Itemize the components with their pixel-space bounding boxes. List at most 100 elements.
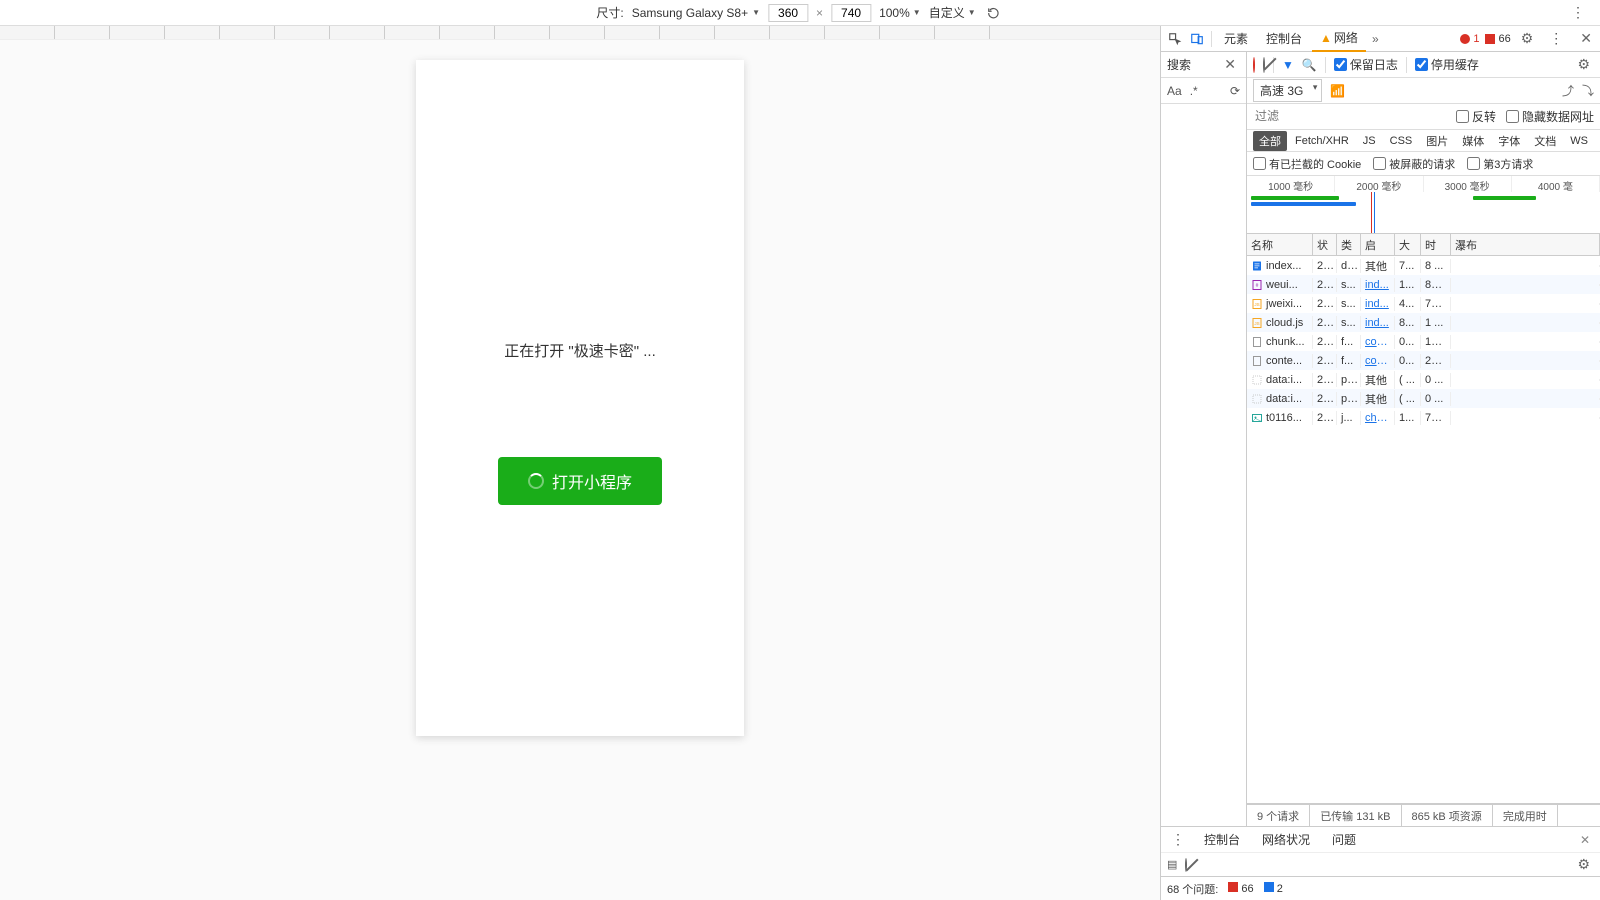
open-miniprogram-button[interactable]: 打开小程序 [498,457,662,505]
search-icon[interactable]: 🔍 [1302,58,1317,72]
cell-initiator[interactable]: ind... [1361,278,1395,292]
cell-initiator[interactable]: 其他 [1361,371,1395,389]
cell-status: 2... [1313,259,1337,273]
type-font[interactable]: 字体 [1492,131,1526,151]
cell-status: 2... [1313,297,1337,311]
wifi-icon[interactable]: 📶 [1330,84,1345,98]
rotate-icon[interactable] [984,3,1004,23]
table-row[interactable]: chunk... 2... f... con... 0... 10... [1247,332,1600,351]
drawer-kebab-icon[interactable]: ⋮ [1165,831,1192,848]
cell-name: conte... [1247,354,1313,368]
disable-cache-checkbox[interactable]: 停用缓存 [1415,56,1479,73]
col-initiator[interactable]: 启 [1361,234,1395,255]
type-all[interactable]: 全部 [1253,131,1287,151]
blocked-requests-checkbox[interactable]: 被屏蔽的请求 [1373,156,1455,172]
zoom-select[interactable]: 100% ▼ [879,6,921,20]
timeline-tick: 1000 毫秒 [1247,176,1335,192]
table-row[interactable]: t0116... 2... j... chu... 1... 71... [1247,408,1600,427]
clear-icon[interactable] [1263,58,1265,72]
record-icon[interactable] [1253,58,1255,72]
console-sidebar-icon[interactable]: ▤ [1167,858,1177,871]
cell-size: 8... [1395,316,1421,330]
col-type[interactable]: 类 [1337,234,1361,255]
cell-initiator[interactable]: con... [1361,354,1395,368]
cell-initiator[interactable]: ind... [1361,316,1395,330]
more-tabs-icon[interactable]: » [1368,32,1383,46]
table-row[interactable]: JSjweixi... 2... s... ind... 4... 72... [1247,294,1600,313]
upload-icon[interactable]: ⤴ [1562,82,1574,99]
devtools-tabs: 元素 控制台 ▲网络 » 1 66 ⚙ ⋮ ✕ [1161,26,1600,52]
width-input[interactable] [768,4,808,22]
console-settings-icon[interactable]: ⚙ [1573,856,1594,873]
cell-initiator[interactable]: chu... [1361,411,1395,425]
type-ws[interactable]: WS [1564,133,1594,149]
col-size[interactable]: 大 [1395,234,1421,255]
timeline-overview[interactable]: 1000 毫秒 2000 毫秒 3000 毫秒 4000 毫 [1247,176,1600,234]
kebab-menu-icon[interactable]: ⋮ [1565,4,1592,21]
warning-square-icon [1485,34,1495,44]
cell-name: data:i... [1247,373,1313,387]
type-css[interactable]: CSS [1384,133,1419,149]
col-time[interactable]: 时 [1421,234,1451,255]
table-row[interactable]: conte... 2... f... con... 0... 26... [1247,351,1600,370]
device-mode-icon[interactable] [1187,29,1207,49]
cell-size: 1... [1395,411,1421,425]
kebab-menu-icon[interactable]: ⋮ [1543,30,1570,47]
tab-console[interactable]: 控制台 [1258,26,1310,51]
col-status[interactable]: 状 [1313,234,1337,255]
gear-icon[interactable]: ⚙ [1517,30,1538,47]
preserve-log-checkbox[interactable]: 保留日志 [1334,56,1398,73]
issues-warn[interactable]: 66 [1228,882,1253,895]
cell-waterfall [1451,341,1600,343]
filter-input[interactable] [1253,107,1412,126]
table-header: 名称 状 类 启 大 时 瀑布 [1247,234,1600,256]
cell-initiator[interactable]: 其他 [1361,390,1395,408]
loading-text: 正在打开 "极速卡密" ... [504,340,656,361]
type-js[interactable]: JS [1357,133,1382,149]
drawer-tab-console[interactable]: 控制台 [1194,827,1250,852]
close-search-icon[interactable]: ✕ [1220,56,1240,73]
close-icon[interactable]: ✕ [1576,30,1596,47]
inspect-icon[interactable] [1165,29,1185,49]
cell-initiator[interactable]: con... [1361,335,1395,349]
tab-elements[interactable]: 元素 [1216,26,1256,51]
type-fetch[interactable]: Fetch/XHR [1289,133,1355,149]
cell-initiator[interactable]: 其他 [1361,257,1395,275]
cell-name: JSjweixi... [1247,297,1313,311]
match-case-icon[interactable]: Aa [1167,84,1182,98]
table-row[interactable]: JScloud.js 2... s... ind... 8... 1 ... [1247,313,1600,332]
drawer-tab-network-conditions[interactable]: 网络状况 [1252,827,1320,852]
type-img[interactable]: 图片 [1420,131,1454,151]
filter-icon[interactable]: ▼ [1282,58,1294,72]
regex-icon[interactable]: .* [1190,84,1198,98]
col-waterfall[interactable]: 瀑布 [1451,234,1600,255]
third-party-checkbox[interactable]: 第3方请求 [1467,156,1533,172]
device-select[interactable]: Samsung Galaxy S8+ ▼ [632,6,760,20]
table-row[interactable]: data:i... 2... p... 其他 ( ... 0 ... [1247,389,1600,408]
blocked-cookies-checkbox[interactable]: 有已拦截的 Cookie [1253,156,1361,172]
cell-initiator[interactable]: ind... [1361,297,1395,311]
invert-checkbox[interactable]: 反转 [1456,108,1496,125]
clear-console-icon[interactable] [1185,859,1187,871]
table-row[interactable]: index... 2... d... 其他 7... 8 ... [1247,256,1600,275]
table-row[interactable]: data:i... 2... p... 其他 ( ... 0 ... [1247,370,1600,389]
close-drawer-icon[interactable]: ✕ [1574,833,1596,847]
table-row[interactable]: #weui... 2... s... ind... 1... 81... [1247,275,1600,294]
network-settings-icon[interactable]: ⚙ [1573,56,1594,73]
col-name[interactable]: 名称 [1247,234,1313,255]
drawer-tab-issues[interactable]: 问题 [1322,827,1366,852]
type-media[interactable]: 媒体 [1456,131,1490,151]
issues-info[interactable]: 2 [1264,882,1283,895]
type-wasm[interactable]: Wasm [1596,133,1600,149]
device-toolbar: 尺寸: Samsung Galaxy S8+ ▼ × 100% ▼ 自定义 ▼ … [0,0,1600,26]
refresh-icon[interactable]: ⟳ [1230,84,1240,98]
hide-data-urls-checkbox[interactable]: 隐藏数据网址 [1506,108,1594,125]
error-badge[interactable]: 1 [1460,33,1479,45]
throttling-select[interactable]: 高速 3G [1253,79,1322,102]
height-input[interactable] [831,4,871,22]
throttle-select[interactable]: 自定义 ▼ [929,4,976,21]
type-doc[interactable]: 文档 [1528,131,1562,151]
download-icon[interactable]: ⤵ [1582,82,1594,99]
warning-badge[interactable]: 66 [1485,33,1510,45]
tab-network[interactable]: ▲网络 [1312,25,1366,52]
